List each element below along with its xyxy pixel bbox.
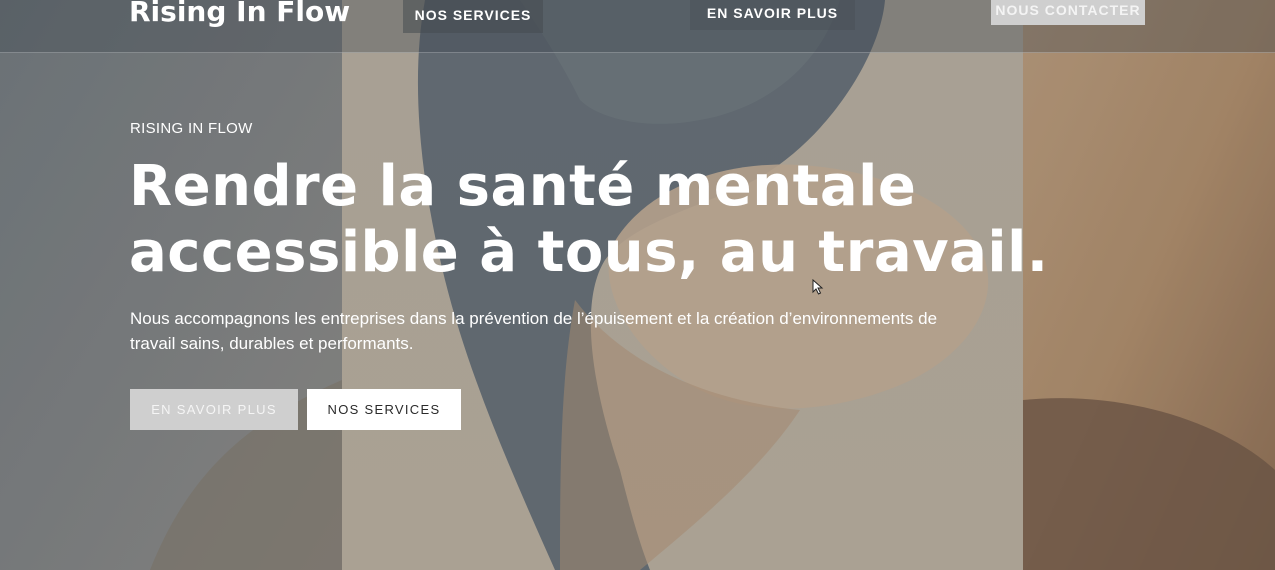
hero-section: Rising In Flow NOS SERVICES EN SAVOIR PL… [0, 0, 1275, 570]
mouse-pointer-icon [812, 279, 824, 295]
cta-learn-more-button[interactable]: EN SAVOIR PLUS [130, 389, 298, 430]
nav-contact-button[interactable]: NOUS CONTACTER [991, 0, 1145, 25]
nav-learn-more-button[interactable]: EN SAVOIR PLUS [690, 0, 855, 30]
hero-eyebrow: RISING IN FLOW [130, 120, 253, 137]
cta-services-button[interactable]: NOS SERVICES [307, 389, 461, 430]
hero-headline-line-1: Rendre la santé mentale [129, 154, 917, 219]
hero-headline-line-2: accessible à tous, au travail. [129, 220, 1049, 285]
brand-logo-text[interactable]: Rising In Flow [129, 0, 350, 28]
hero-lead-paragraph: Nous accompagnons les entreprises dans l… [130, 309, 938, 353]
top-navigation-bar: Rising In Flow NOS SERVICES EN SAVOIR PL… [0, 0, 1275, 53]
hero-headline: Rendre la santé mentale accessible à tou… [129, 154, 1049, 286]
nav-services-button[interactable]: NOS SERVICES [403, 0, 543, 33]
